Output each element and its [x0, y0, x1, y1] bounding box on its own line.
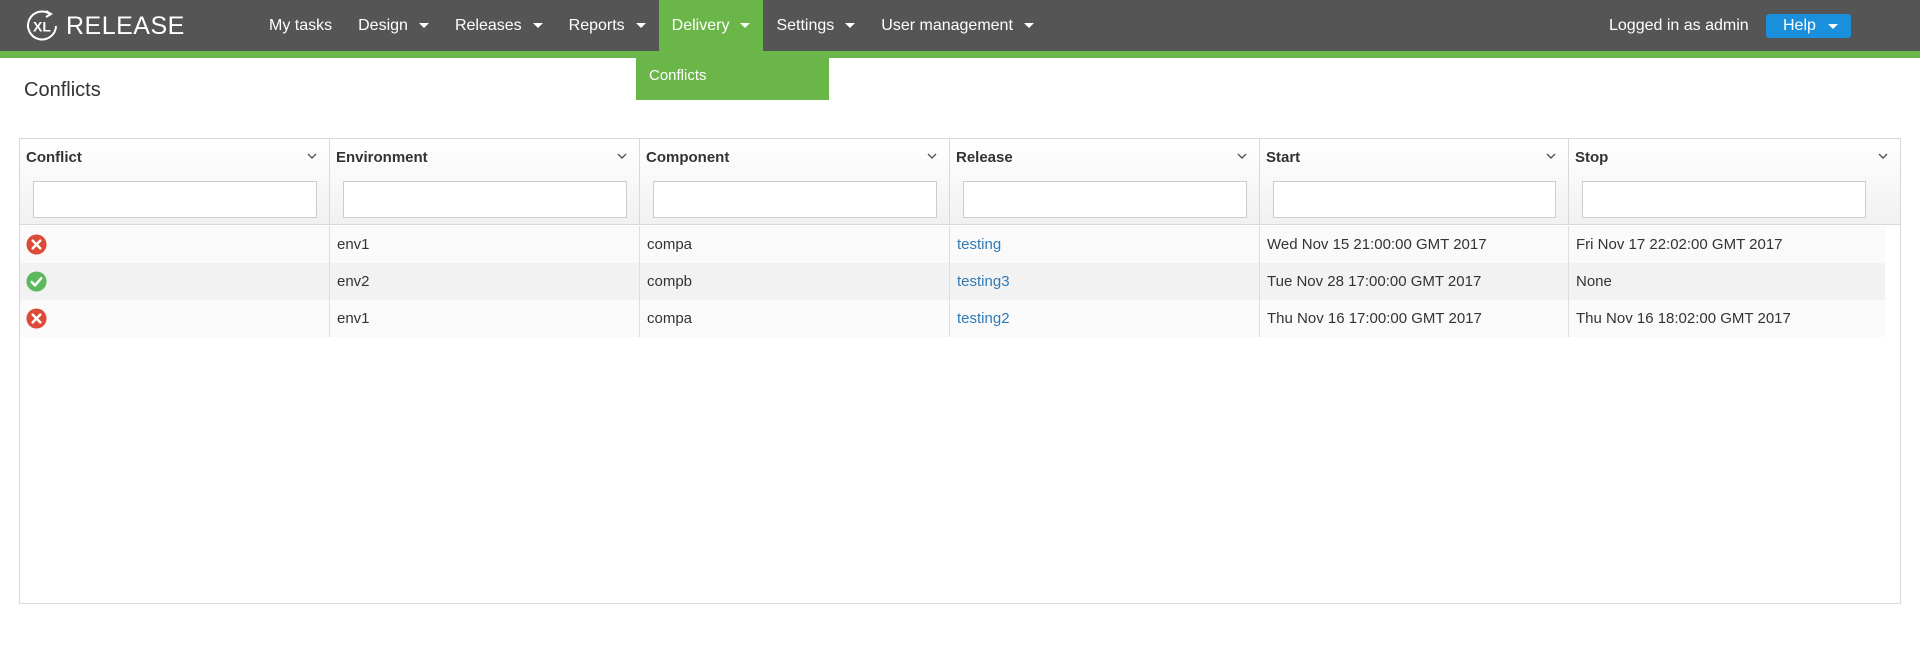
nav-item-my-tasks[interactable]: My tasks	[256, 0, 345, 51]
nav-item-label: Delivery	[671, 16, 730, 34]
svg-text:XL: XL	[33, 19, 51, 35]
nav-item-label: Settings	[776, 16, 835, 34]
main-menu: My tasks Design Releases Reports Delivery Set…	[256, 0, 1047, 51]
close-circle-icon	[26, 234, 47, 255]
help-button[interactable]: Help	[1766, 14, 1851, 38]
column-header-component[interactable]: Component	[640, 139, 950, 225]
nav-item-reports[interactable]: Reports	[556, 0, 659, 51]
stop-filter-input[interactable]	[1582, 181, 1866, 218]
help-button-label: Help	[1783, 17, 1816, 34]
cell-stop: None	[1576, 273, 1612, 290]
table-row[interactable]: env1 compa testing2 Thu Nov 16 17:00:00 GMT…	[20, 300, 1885, 337]
caret-down-icon	[635, 23, 646, 28]
nav-item-label: Reports	[568, 16, 625, 34]
nav-item-user-management[interactable]: User management	[868, 0, 1047, 51]
caret-down-icon	[418, 23, 429, 28]
caret-down-icon	[1023, 23, 1034, 28]
chevron-down-icon[interactable]	[617, 151, 627, 161]
cell-conflict	[20, 263, 330, 300]
release-link[interactable]: testing	[957, 236, 1001, 253]
start-filter-input[interactable]	[1273, 181, 1556, 218]
column-header-release[interactable]: Release	[950, 139, 1260, 225]
cell-release: testing2	[950, 300, 1260, 337]
column-header-label: Stop	[1575, 149, 1609, 166]
xl-release-logo-icon: XL	[27, 10, 57, 41]
column-header-label: Component	[646, 149, 730, 166]
cell-environment: env2	[330, 263, 640, 300]
column-header-label: Start	[1266, 149, 1301, 166]
cell-environment: env1	[330, 300, 640, 337]
nav-item-delivery[interactable]: Delivery	[658, 0, 764, 51]
column-header-stop[interactable]: Stop	[1569, 139, 1900, 225]
nav-item-label: User management	[881, 16, 1013, 34]
cell-conflict	[20, 300, 330, 337]
grid-header: Conflict Environment Component Release Start…	[20, 139, 1900, 225]
cell-release: testing	[950, 226, 1260, 263]
release-link[interactable]: testing2	[957, 310, 1010, 327]
environment-filter-input[interactable]	[343, 181, 627, 218]
cell-stop: Thu Nov 16 18:02:00 GMT 2017	[1576, 310, 1791, 327]
dropdown-item-conflicts[interactable]: Conflicts	[636, 58, 829, 93]
component-filter-input[interactable]	[653, 181, 937, 218]
chevron-down-icon[interactable]	[1546, 151, 1556, 161]
chevron-down-icon[interactable]	[927, 151, 937, 161]
page-title: Conflicts	[24, 79, 101, 101]
logged-in-user-label: Logged in as admin	[1609, 17, 1749, 34]
column-header-label: Environment	[336, 149, 428, 166]
caret-down-icon	[532, 23, 543, 28]
release-filter-input[interactable]	[963, 181, 1247, 218]
nav-item-design[interactable]: Design	[345, 0, 442, 51]
cell-conflict	[20, 226, 330, 263]
column-header-conflict[interactable]: Conflict	[20, 139, 330, 225]
nav-item-releases[interactable]: Releases	[442, 0, 556, 51]
cell-start: Wed Nov 15 21:00:00 GMT 2017	[1260, 226, 1569, 263]
nav-item-label: Releases	[454, 16, 522, 34]
cell-environment: env1	[330, 226, 640, 263]
cell-stop: Fri Nov 17 22:02:00 GMT 2017	[1576, 236, 1783, 253]
accent-line	[0, 51, 1920, 58]
nav-item-label: My tasks	[269, 16, 333, 34]
conflict-filter-input[interactable]	[33, 181, 317, 218]
column-header-label: Release	[956, 149, 1013, 166]
brand[interactable]: XL RELEASE	[24, 7, 185, 45]
table-row[interactable]: env2 compb testing3 Tue Nov 28 17:00:00 GMT…	[20, 263, 1885, 300]
caret-down-icon	[1827, 23, 1838, 29]
column-header-label: Conflict	[26, 149, 82, 166]
cell-component: compa	[640, 226, 950, 263]
table-row[interactable]: env1 compa testing Wed Nov 15 21:00:00 GMT …	[20, 226, 1885, 263]
nav-item-label: Design	[358, 16, 408, 34]
delivery-dropdown-menu: Conflicts	[636, 58, 829, 100]
caret-down-icon	[845, 23, 856, 28]
cell-start: Tue Nov 28 17:00:00 GMT 2017	[1260, 263, 1569, 300]
caret-down-icon	[740, 23, 751, 28]
cell-component: compb	[640, 263, 950, 300]
chevron-down-icon[interactable]	[1878, 151, 1888, 161]
nav-item-settings[interactable]: Settings	[763, 0, 868, 51]
check-circle-icon	[26, 271, 47, 292]
column-header-environment[interactable]: Environment	[330, 139, 640, 225]
chevron-down-icon[interactable]	[1237, 151, 1247, 161]
app-title: RELEASE	[66, 11, 185, 40]
cell-release: testing3	[950, 263, 1260, 300]
close-circle-icon	[26, 308, 47, 329]
cell-start: Thu Nov 16 17:00:00 GMT 2017	[1260, 300, 1569, 337]
chevron-down-icon[interactable]	[307, 151, 317, 161]
top-navigation-bar: XL RELEASE My tasks Design Releases Reports…	[0, 0, 1920, 51]
conflicts-grid: Conflict Environment Component Release Start…	[19, 138, 1901, 604]
cell-component: compa	[640, 300, 950, 337]
column-header-start[interactable]: Start	[1260, 139, 1569, 225]
release-link[interactable]: testing3	[957, 273, 1010, 290]
